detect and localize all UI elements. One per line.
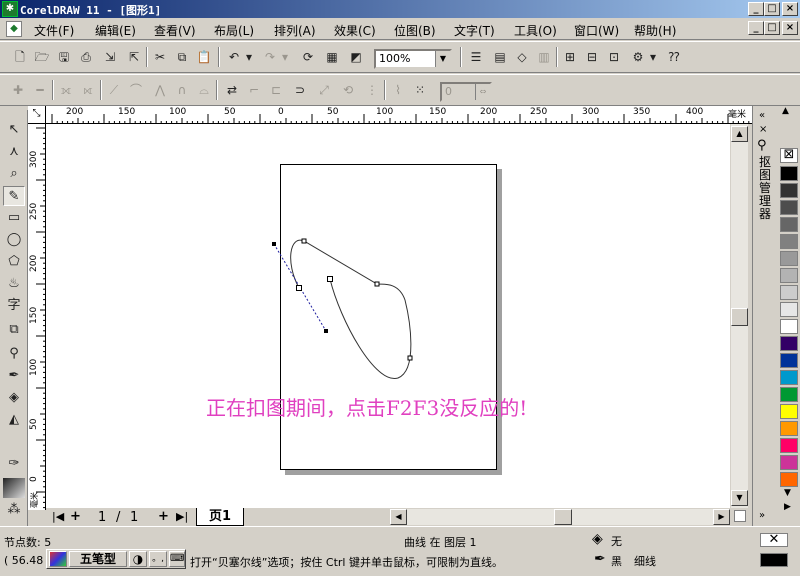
page-tab[interactable]: 页1 [196,508,244,526]
fill-bucket-icon[interactable]: ◈ [592,531,603,547]
scroll-left-icon[interactable]: ◀ [390,509,407,525]
color-swatch[interactable] [780,234,798,249]
color-swatch[interactable] [780,387,798,402]
fill-value: 无 [611,535,622,548]
curve-node[interactable] [374,281,380,287]
docker-collapse-icon[interactable]: « [759,110,765,121]
palette-scroll-down-icon[interactable]: ▼ [784,488,791,498]
current-page-number: 1 [98,510,107,525]
bezier-curve[interactable] [290,239,412,379]
color-swatch[interactable] [780,319,798,334]
ime-mode-name[interactable]: 五笔型 [69,551,127,567]
horizontal-scrollbar[interactable]: ◀ ▶ [390,509,730,525]
bezier-curve-layer [272,238,413,379]
page-navigation-bar: |◀ + 1 / 1 + ▶| 页1 ◀ ▶ [46,508,752,526]
page-separator: / [116,510,121,525]
color-swatch[interactable] [780,166,798,181]
ime-halfwidth-icon[interactable]: ◑ [129,551,147,567]
control-point[interactable] [324,329,328,333]
object-info: 曲线 在 图层 1 [404,536,477,549]
color-swatch[interactable] [780,472,798,487]
color-swatch[interactable] [780,183,798,198]
outline-preview-swatch[interactable] [760,553,788,567]
navigator-icon[interactable] [734,510,746,522]
color-swatch[interactable] [780,200,798,215]
palette-scroll-up-icon[interactable]: ▲ [782,106,789,116]
docker-title[interactable]: 抠图管理器 [757,156,773,221]
cursor-coordinates: ( 56.48 [4,554,44,567]
color-swatch[interactable] [780,404,798,419]
color-swatch[interactable] [780,268,798,283]
scroll-up-icon[interactable]: ▲ [731,126,748,142]
vertical-scrollbar[interactable]: ▲ ▼ [730,124,748,510]
color-swatch[interactable] [780,217,798,232]
scrollbar-thumb[interactable] [731,308,748,326]
status-hint: 打开“贝塞尔线”选项；按住 Ctrl 键并单击鼠标，可限制为直线。 [190,556,503,569]
ime-punctuation-toggle[interactable]: 。, [149,551,167,567]
color-swatch[interactable] [780,285,798,300]
color-swatch[interactable] [780,370,798,385]
color-swatch[interactable] [780,353,798,368]
color-palette: ▲ ⊠ ▼ ▶ [778,106,800,526]
color-swatch[interactable] [780,336,798,351]
canvas-annotation-text: 正在扣图期间，点击F2F3没反应的! [206,396,528,420]
color-swatch[interactable] [780,302,798,317]
docker-expand-icon[interactable]: » [759,510,765,521]
first-page-icon[interactable]: |◀ [52,510,64,523]
total-pages: 1 [130,510,139,525]
outline-width-value: 细线 [634,555,656,568]
magnifier-icon: ⚲ [757,138,767,153]
outline-color-value: 黑 [611,555,622,568]
color-swatch[interactable] [780,251,798,266]
curve-node[interactable] [301,238,307,244]
docker-panel: « × ⚲ 抠图管理器 » [752,106,776,526]
control-point[interactable] [272,242,276,246]
last-page-icon[interactable]: ▶| [176,510,188,523]
color-swatch[interactable] [780,421,798,436]
scrollbar-thumb[interactable] [554,509,572,525]
no-color-swatch-icon[interactable]: ⊠ [780,148,798,163]
scroll-down-icon[interactable]: ▼ [731,490,748,506]
ime-switch-icon[interactable] [49,551,67,567]
color-swatch[interactable] [780,438,798,453]
insert-page-after-icon[interactable]: + [158,509,169,524]
curve-start-node[interactable] [327,276,333,282]
curve-node[interactable] [407,355,413,361]
keyboard-icon[interactable]: ⌨ [169,551,185,567]
color-swatch[interactable] [780,455,798,470]
docker-close-icon[interactable]: × [759,124,767,135]
fill-preview-none-icon[interactable]: ✕ [760,533,788,547]
outline-pen-icon[interactable]: ✒ [594,551,606,567]
ime-toolbar: 五笔型 ◑ 。, ⌨ [46,549,186,569]
insert-page-before-icon[interactable]: + [70,509,81,524]
palette-flyout-icon[interactable]: ▶ [784,502,791,512]
scroll-right-icon[interactable]: ▶ [713,509,730,525]
node-count: 节点数: 5 [4,536,52,549]
curve-node[interactable] [296,285,302,291]
